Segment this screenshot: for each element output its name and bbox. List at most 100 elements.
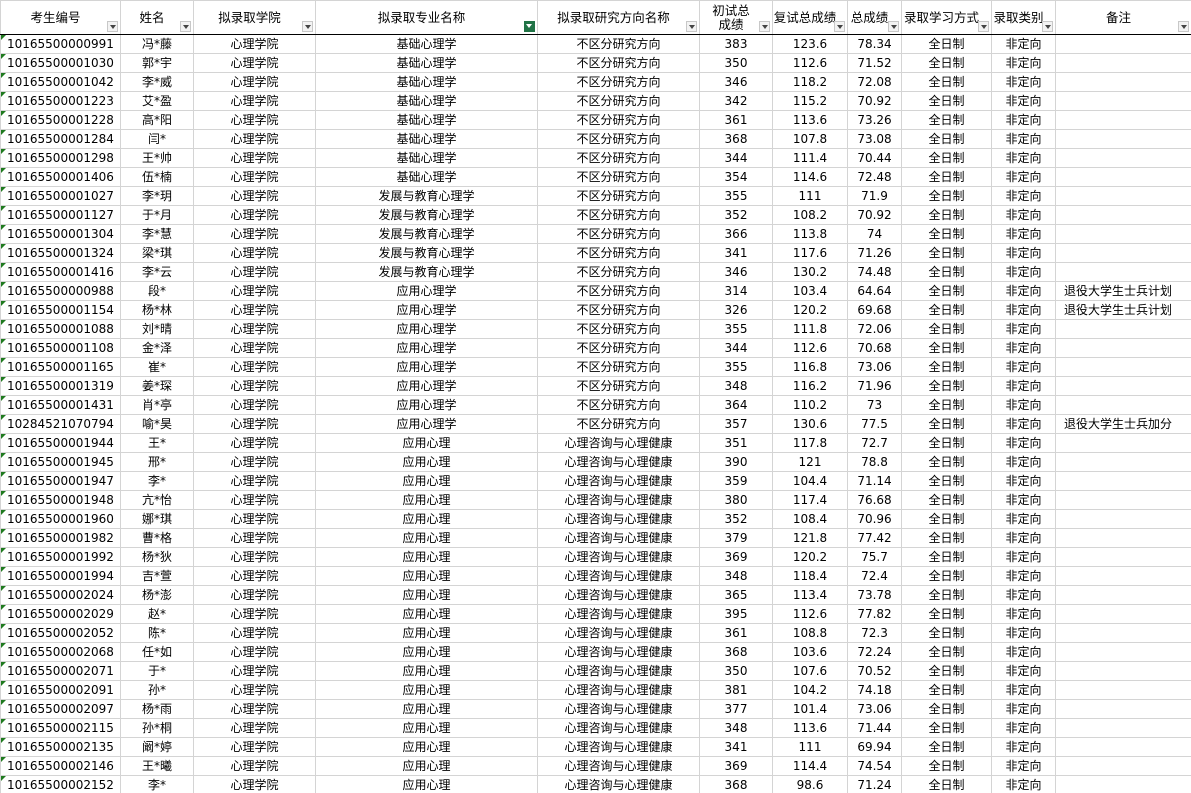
cell-name[interactable]: 杨*林 [120,300,194,320]
cell-admission-type[interactable]: 非定向 [991,433,1056,453]
header-exam-id[interactable]: 考生编号 [0,0,121,35]
cell-name[interactable]: 艾*盈 [120,91,194,111]
cell-name[interactable]: 李*玥 [120,186,194,206]
cell-study-mode[interactable]: 全日制 [901,737,992,757]
cell-initial-score[interactable]: 395 [699,604,773,624]
cell-college[interactable]: 心理学院 [193,718,316,738]
cell-remarks[interactable] [1055,395,1191,415]
cell-study-mode[interactable]: 全日制 [901,414,992,434]
header-college[interactable]: 拟录取学院 [193,0,316,35]
cell-college[interactable]: 心理学院 [193,148,316,168]
filter-dropdown-icon[interactable] [834,21,845,32]
cell-major[interactable]: 应用心理 [315,737,538,757]
cell-admission-type[interactable]: 非定向 [991,585,1056,605]
cell-retest-score[interactable]: 107.6 [772,661,848,681]
cell-research-direction[interactable]: 心理咨询与心理健康 [537,471,700,491]
cell-total-score[interactable]: 73.26 [847,110,902,130]
cell-retest-score[interactable]: 101.4 [772,699,848,719]
cell-college[interactable]: 心理学院 [193,129,316,149]
cell-study-mode[interactable]: 全日制 [901,395,992,415]
filter-dropdown-icon[interactable] [978,21,989,32]
cell-remarks[interactable] [1055,433,1191,453]
cell-research-direction[interactable]: 不区分研究方向 [537,281,700,301]
filter-dropdown-icon[interactable] [759,21,770,32]
cell-initial-score[interactable]: 342 [699,91,773,111]
cell-remarks[interactable] [1055,243,1191,263]
cell-college[interactable]: 心理学院 [193,243,316,263]
cell-name[interactable]: 段* [120,281,194,301]
cell-retest-score[interactable]: 115.2 [772,91,848,111]
cell-total-score[interactable]: 72.08 [847,72,902,92]
cell-exam-id[interactable]: 10165500001088 [0,319,121,339]
cell-major[interactable]: 应用心理学 [315,319,538,339]
cell-exam-id[interactable]: 10165500002024 [0,585,121,605]
cell-research-direction[interactable]: 不区分研究方向 [537,129,700,149]
cell-name[interactable]: 伍*楠 [120,167,194,187]
cell-study-mode[interactable]: 全日制 [901,471,992,491]
cell-college[interactable]: 心理学院 [193,433,316,453]
cell-remarks[interactable] [1055,186,1191,206]
cell-initial-score[interactable]: 351 [699,433,773,453]
cell-initial-score[interactable]: 350 [699,53,773,73]
cell-total-score[interactable]: 74.48 [847,262,902,282]
cell-admission-type[interactable]: 非定向 [991,205,1056,225]
cell-study-mode[interactable]: 全日制 [901,775,992,793]
cell-study-mode[interactable]: 全日制 [901,338,992,358]
cell-major[interactable]: 应用心理 [315,623,538,643]
cell-retest-score[interactable]: 108.4 [772,509,848,529]
cell-major[interactable]: 应用心理 [315,718,538,738]
cell-name[interactable]: 阚*婷 [120,737,194,757]
header-retest-score[interactable]: 复试总成绩 [772,0,848,35]
cell-name[interactable]: 亢*怡 [120,490,194,510]
cell-initial-score[interactable]: 355 [699,319,773,339]
cell-admission-type[interactable]: 非定向 [991,528,1056,548]
cell-study-mode[interactable]: 全日制 [901,642,992,662]
cell-study-mode[interactable]: 全日制 [901,148,992,168]
cell-total-score[interactable]: 70.96 [847,509,902,529]
cell-initial-score[interactable]: 341 [699,243,773,263]
cell-major[interactable]: 应用心理 [315,699,538,719]
cell-exam-id[interactable]: 10165500001324 [0,243,121,263]
cell-college[interactable]: 心理学院 [193,756,316,776]
cell-remarks[interactable] [1055,623,1191,643]
cell-exam-id[interactable]: 10165500001948 [0,490,121,510]
cell-total-score[interactable]: 74 [847,224,902,244]
cell-research-direction[interactable]: 不区分研究方向 [537,319,700,339]
cell-remarks[interactable] [1055,528,1191,548]
cell-major[interactable]: 应用心理 [315,471,538,491]
cell-name[interactable]: 孙*桐 [120,718,194,738]
filter-dropdown-icon[interactable] [1178,21,1189,32]
cell-study-mode[interactable]: 全日制 [901,680,992,700]
cell-exam-id[interactable]: 10165500001945 [0,452,121,472]
filter-dropdown-icon[interactable] [180,21,191,32]
cell-total-score[interactable]: 72.3 [847,623,902,643]
cell-total-score[interactable]: 76.68 [847,490,902,510]
cell-total-score[interactable]: 78.8 [847,452,902,472]
filter-active-icon[interactable] [524,21,535,32]
cell-name[interactable]: 杨*澎 [120,585,194,605]
cell-exam-id[interactable]: 10165500001947 [0,471,121,491]
cell-remarks[interactable] [1055,357,1191,377]
cell-retest-score[interactable]: 111.4 [772,148,848,168]
cell-admission-type[interactable]: 非定向 [991,699,1056,719]
cell-initial-score[interactable]: 369 [699,756,773,776]
cell-major[interactable]: 基础心理学 [315,34,538,54]
cell-study-mode[interactable]: 全日制 [901,566,992,586]
cell-name[interactable]: 郭*宇 [120,53,194,73]
cell-total-score[interactable]: 74.54 [847,756,902,776]
cell-major[interactable]: 应用心理 [315,528,538,548]
cell-retest-score[interactable]: 103.6 [772,642,848,662]
cell-name[interactable]: 于* [120,661,194,681]
cell-exam-id[interactable]: 10165500001406 [0,167,121,187]
cell-college[interactable]: 心理学院 [193,300,316,320]
cell-admission-type[interactable]: 非定向 [991,604,1056,624]
cell-retest-score[interactable]: 104.4 [772,471,848,491]
cell-admission-type[interactable]: 非定向 [991,756,1056,776]
cell-remarks[interactable] [1055,604,1191,624]
cell-initial-score[interactable]: 379 [699,528,773,548]
cell-name[interactable]: 李*慧 [120,224,194,244]
cell-study-mode[interactable]: 全日制 [901,357,992,377]
cell-name[interactable]: 孙* [120,680,194,700]
header-admission-type[interactable]: 录取类别 [991,0,1056,35]
cell-total-score[interactable]: 73.06 [847,357,902,377]
